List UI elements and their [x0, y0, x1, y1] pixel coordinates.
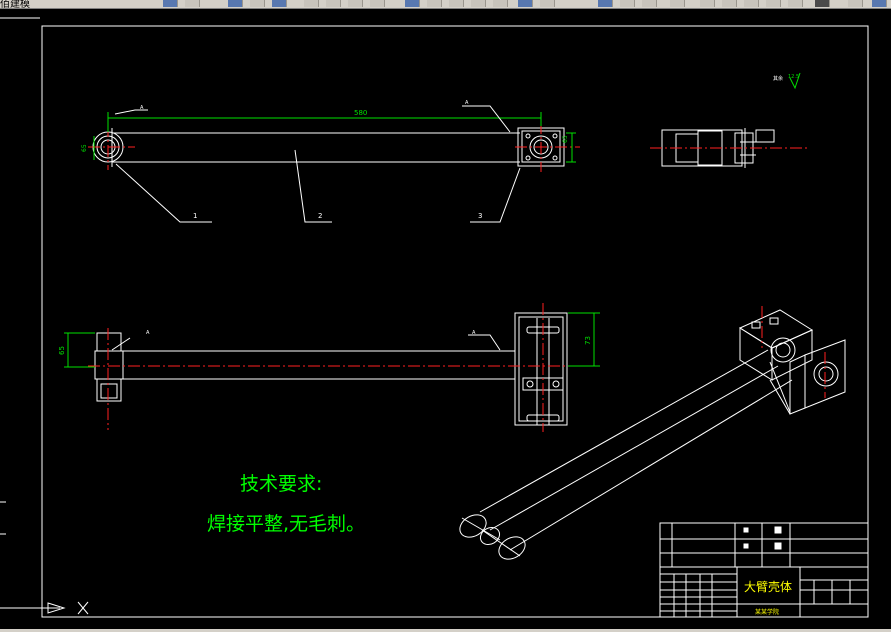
title-block — [659, 522, 869, 618]
ucs-icon — [0, 601, 89, 615]
end-dimension: 65 — [81, 144, 88, 152]
balloon-1: 1 — [193, 212, 197, 220]
leader-2 — [294, 149, 332, 223]
center-lines — [88, 122, 826, 432]
dimension-lines — [64, 72, 801, 368]
flange-width-dimension: 65 — [562, 135, 569, 143]
grid-icon[interactable] — [766, 0, 781, 7]
zoom-previous-icon[interactable] — [670, 0, 685, 7]
length-dimension: 580 — [354, 109, 367, 117]
notes-line-1: 焊接平整,无毛刺。 — [207, 513, 365, 535]
zoom-out-icon[interactable] — [620, 0, 635, 7]
text-style-icon[interactable] — [700, 0, 715, 7]
save-icon[interactable] — [163, 0, 178, 7]
leader-label-a1: A — [140, 105, 144, 111]
leader-label-a3: A — [146, 330, 150, 336]
layer-icon[interactable] — [405, 0, 420, 7]
copy-icon[interactable] — [250, 0, 265, 7]
undo-icon[interactable] — [304, 0, 319, 7]
roughness-value: 12.5 — [788, 74, 799, 80]
front-view — [92, 127, 565, 223]
redo-icon[interactable] — [326, 0, 341, 7]
insert-icon[interactable] — [493, 0, 508, 7]
title-part-name: 大臂壳体 — [744, 580, 792, 594]
sheet-set-icon[interactable] — [848, 0, 863, 7]
flange-height-dimension: 73 — [584, 336, 592, 345]
print-icon[interactable] — [185, 0, 200, 7]
calculator-icon[interactable] — [788, 0, 803, 7]
zoom-window-icon[interactable] — [642, 0, 657, 7]
dim-style-icon[interactable] — [722, 0, 737, 7]
leader-label-a2: A — [465, 100, 469, 106]
paste-icon[interactable] — [272, 0, 287, 7]
title-school: 某某学院 — [755, 608, 779, 616]
cut-icon[interactable] — [228, 0, 243, 7]
roughness-label: 其余 — [773, 75, 783, 82]
isometric-view — [459, 309, 846, 560]
balloon-2: 2 — [318, 212, 322, 220]
side-height-dimension: 65 — [58, 346, 66, 355]
balloon-3: 3 — [478, 212, 482, 220]
leader-1 — [115, 163, 212, 223]
zoom-icon[interactable] — [370, 0, 385, 7]
block-icon[interactable] — [471, 0, 486, 7]
help-icon[interactable] — [540, 0, 555, 7]
match-properties-icon[interactable] — [449, 0, 464, 7]
dropdown-icon[interactable] — [518, 0, 533, 7]
leader-label-a4: A — [472, 330, 476, 336]
table-style-icon[interactable] — [744, 0, 759, 7]
zoom-in-icon[interactable] — [598, 0, 613, 7]
markup-icon[interactable] — [872, 0, 887, 7]
pan-icon[interactable] — [348, 0, 363, 7]
tool-palette-icon[interactable] — [815, 0, 830, 7]
properties-icon[interactable] — [427, 0, 442, 7]
notes-heading: 技术要求: — [240, 473, 322, 495]
cad-drawing-canvas[interactable]: 580 65 65 65 73 A A A A 1 2 3 其余 12.5 技术… — [0, 8, 891, 629]
top-view — [94, 312, 568, 426]
